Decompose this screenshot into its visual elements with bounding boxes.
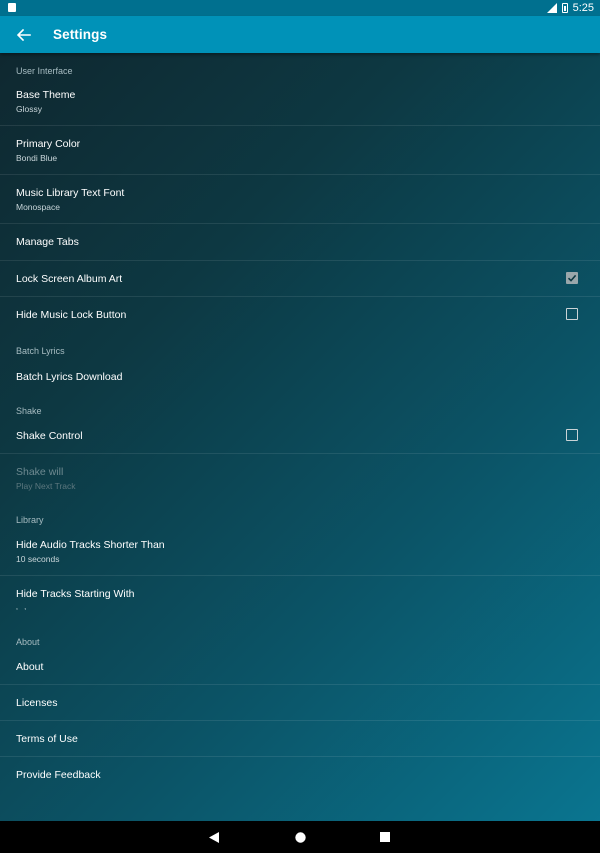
section-header-shake: Shake: [16, 406, 42, 416]
section-header-user-interface: User Interface: [16, 66, 73, 76]
circle-home-icon: [294, 831, 306, 843]
pref-title: Manage Tabs: [16, 236, 79, 248]
pref-base-theme[interactable]: Base Theme Glossy: [0, 78, 600, 126]
signal-icon: [546, 3, 557, 13]
shake-control-checkbox[interactable]: [566, 429, 578, 441]
app-bar: Settings: [0, 16, 600, 53]
pref-hide-music-lock-button[interactable]: Hide Music Lock Button: [0, 297, 600, 333]
pref-title: Base Theme: [16, 89, 76, 101]
triangle-back-icon: [209, 831, 219, 843]
hide-lock-button-checkbox[interactable]: [566, 308, 578, 320]
pref-provide-feedback[interactable]: Provide Feedback: [0, 757, 600, 793]
pref-shake-will: Shake will Play Next Track: [0, 454, 600, 502]
status-bar: 5:25: [0, 0, 600, 16]
back-button[interactable]: [12, 23, 36, 47]
pref-title: Batch Lyrics Download: [16, 371, 123, 383]
pref-title: Music Library Text Font: [16, 187, 125, 199]
status-time: 5:25: [572, 2, 594, 14]
status-icons: 5:25: [546, 1, 594, 15]
pref-manage-tabs[interactable]: Manage Tabs: [0, 224, 600, 260]
pref-title: Provide Feedback: [16, 769, 101, 781]
pref-title: Terms of Use: [16, 733, 78, 745]
pref-primary-color[interactable]: Primary Color Bondi Blue: [0, 126, 600, 175]
pref-title: Hide Tracks Starting With: [16, 588, 135, 600]
pref-title: Shake will: [16, 466, 64, 478]
pref-summary: Monospace: [16, 202, 60, 212]
square-recents-icon: [380, 832, 390, 842]
pref-lock-screen-album-art[interactable]: Lock Screen Album Art: [0, 261, 600, 297]
pref-terms-of-use[interactable]: Terms of Use: [0, 721, 600, 757]
pref-summary: 10 seconds: [16, 554, 60, 564]
pref-licenses[interactable]: Licenses: [0, 685, 600, 721]
lock-album-art-checkbox[interactable]: [566, 272, 578, 284]
pref-title: Licenses: [16, 697, 58, 709]
pref-title: Shake Control: [16, 430, 83, 442]
navigation-bar: [0, 821, 600, 853]
pref-summary: ‚ ‚: [16, 601, 29, 611]
nav-recents-button[interactable]: [365, 821, 405, 853]
nav-home-button[interactable]: [280, 821, 320, 853]
pref-title: About: [16, 661, 44, 673]
check-icon: [567, 274, 577, 282]
section-header-batch-lyrics: Batch Lyrics: [16, 346, 65, 356]
pref-title: Primary Color: [16, 138, 81, 150]
arrow-back-icon: [17, 29, 31, 41]
section-header-about: About: [16, 637, 40, 647]
page-title: Settings: [53, 27, 108, 42]
pref-summary: Play Next Track: [16, 481, 76, 491]
pref-text-font[interactable]: Music Library Text Font Monospace: [0, 175, 600, 224]
pref-batch-lyrics-download[interactable]: Batch Lyrics Download: [0, 359, 600, 395]
pref-title: Lock Screen Album Art: [16, 273, 123, 285]
pref-title: Hide Music Lock Button: [16, 309, 127, 321]
pref-summary: Glossy: [16, 104, 42, 114]
pref-shake-control[interactable]: Shake Control: [0, 418, 600, 454]
battery-icon: [561, 3, 568, 13]
pref-hide-short-tracks[interactable]: Hide Audio Tracks Shorter Than 10 second…: [0, 527, 600, 575]
pref-hide-tracks-starting-with[interactable]: Hide Tracks Starting With ‚ ‚: [0, 576, 600, 624]
pref-title: Hide Audio Tracks Shorter Than: [16, 539, 165, 551]
pref-about[interactable]: About: [0, 649, 600, 685]
settings-list[interactable]: User Interface Base Theme Glossy Primary…: [0, 53, 600, 821]
notification-icon: [8, 3, 16, 12]
nav-back-button[interactable]: [194, 821, 234, 853]
pref-summary: Bondi Blue: [16, 153, 58, 163]
section-header-library: Library: [16, 515, 44, 525]
